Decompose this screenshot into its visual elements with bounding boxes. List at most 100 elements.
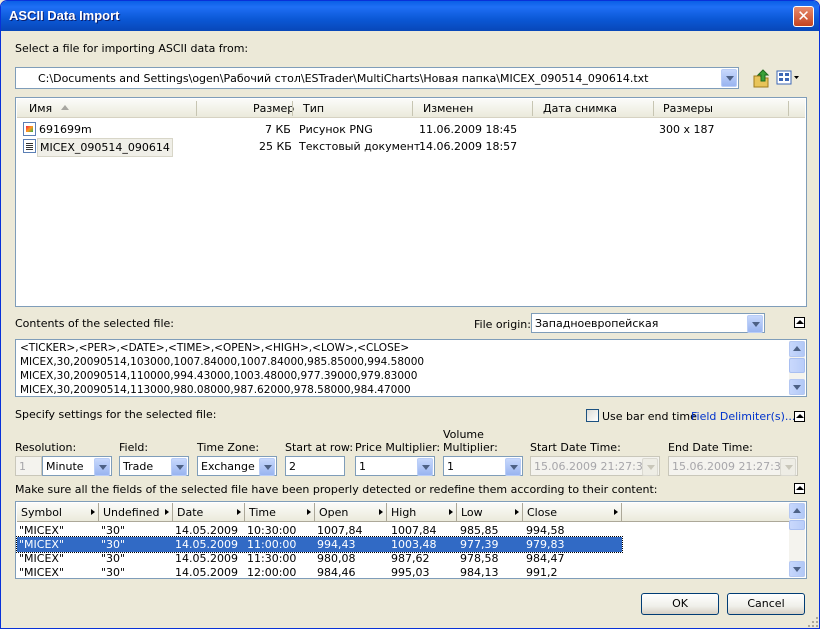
column-menu-icon[interactable] [237, 509, 241, 515]
resize-grip-icon[interactable] [807, 616, 819, 628]
cell-date: 14.05.2009 [175, 566, 238, 579]
cancel-button[interactable]: Cancel [727, 593, 805, 615]
chevron-down-icon[interactable] [721, 69, 737, 87]
scroll-up-icon[interactable] [789, 341, 805, 357]
column-header-size[interactable]: Размер [253, 102, 294, 115]
chevron-down-icon[interactable] [171, 458, 187, 476]
cell-high: 1003,48 [391, 538, 437, 551]
column-separator[interactable] [412, 101, 413, 116]
resolution-value-input[interactable]: 1 [15, 456, 42, 476]
settings-label: Specify settings for the selected file: [15, 408, 217, 421]
end-date-time-picker[interactable]: 15.06.2009 21:27:30 [668, 456, 798, 476]
file-list[interactable]: Имя Размер Тип Изменен Дата снимка Разме… [15, 97, 807, 307]
field-select[interactable]: Trade [119, 456, 189, 476]
column-header-name[interactable]: Имя [29, 102, 52, 115]
cell-low: 977,39 [460, 538, 499, 551]
cell-close: 979,83 [526, 538, 565, 551]
png-file-icon [23, 122, 36, 136]
scroll-up-icon[interactable] [789, 503, 805, 519]
table-row[interactable]: "MICEX" "30" 14.05.2009 11:30:00 980,08 … [17, 551, 622, 566]
chevron-down-icon[interactable] [505, 458, 521, 476]
column-menu-icon[interactable] [379, 509, 383, 515]
table-row[interactable]: "MICEX" "30" 14.05.2009 12:00:00 984,46 … [17, 565, 622, 580]
column-separator[interactable] [196, 101, 197, 116]
column-menu-icon[interactable] [449, 509, 453, 515]
chevron-down-icon[interactable] [642, 458, 658, 476]
ok-button[interactable]: OK [641, 593, 719, 615]
cell-low: 984,13 [460, 566, 499, 579]
chevron-down-icon[interactable] [94, 458, 110, 476]
file-origin-select[interactable]: Западноевропейская [531, 313, 765, 333]
field-delimiter-link[interactable]: Field Delimiter(s)... [691, 410, 795, 423]
chevron-down-icon[interactable] [780, 458, 796, 476]
file-contents-preview[interactable]: <TICKER>,<PER>,<DATE>,<TIME>,<OPEN>,<HIG… [15, 339, 807, 397]
scroll-down-icon[interactable] [789, 561, 805, 577]
cell-time: 11:30:00 [247, 552, 297, 565]
file-row[interactable]: MICEX_090514_090614 25 КБ Текстовый доку… [17, 138, 805, 157]
cell-open: 980,08 [317, 552, 356, 565]
fields-grid-header: Symbol Undefined Date Time Open High Low… [17, 503, 789, 522]
chevron-down-icon[interactable] [417, 458, 433, 476]
view-menu-icon[interactable] [776, 69, 800, 87]
column-header-snapshot-date[interactable]: Дата снимка [543, 102, 617, 115]
price-multiplier-label: Price Multiplier: [355, 441, 441, 454]
resolution-unit-select[interactable]: Minute [42, 456, 112, 476]
table-row-selected[interactable]: "MICEX" "30" 14.05.2009 11:00:00 994,43 … [16, 536, 623, 553]
column-header-type[interactable]: Тип [303, 102, 324, 115]
title-bar[interactable]: ASCII Data Import ✕ [1, 1, 819, 31]
fields-grid[interactable]: Symbol Undefined Date Time Open High Low… [15, 501, 807, 579]
column-header-low[interactable]: Low [457, 503, 523, 522]
timezone-select[interactable]: Exchange [197, 456, 277, 476]
file-path-combo[interactable]: C:\Documents and Settings\ogen\Рабочий с… [15, 67, 739, 89]
start-date-time-picker[interactable]: 15.06.2009 21:27:30 [530, 456, 660, 476]
chevron-down-icon[interactable] [259, 458, 275, 476]
folder-up-icon[interactable] [752, 68, 770, 88]
chevron-down-icon[interactable] [747, 315, 763, 333]
column-header-symbol[interactable]: Symbol [17, 503, 99, 522]
column-menu-icon[interactable] [614, 509, 618, 515]
collapse-settings-button[interactable] [794, 411, 805, 422]
close-button[interactable]: ✕ [793, 6, 814, 27]
scroll-thumb[interactable] [789, 520, 805, 530]
column-header-high[interactable]: High [387, 503, 457, 522]
volume-multiplier-select[interactable]: 1 [443, 456, 523, 476]
file-row[interactable]: 691699m 7 КБ Рисунок PNG 11.06.2009 18:4… [17, 121, 805, 138]
collapse-fields-button[interactable] [794, 483, 805, 494]
column-menu-icon[interactable] [515, 509, 519, 515]
column-header-open[interactable]: Open [315, 503, 387, 522]
column-separator[interactable] [532, 101, 533, 116]
column-separator[interactable] [788, 101, 789, 116]
file-dimensions: 300 x 187 [659, 123, 715, 136]
contents-scrollbar[interactable] [789, 341, 805, 395]
scroll-down-icon[interactable] [789, 379, 805, 395]
start-row-label: Start at row: [285, 441, 354, 454]
cell-low: 985,85 [460, 524, 499, 537]
cell-open: 1007,84 [317, 524, 363, 537]
scroll-thumb[interactable] [789, 358, 805, 373]
column-header-time[interactable]: Time [245, 503, 315, 522]
file-path-value: C:\Documents and Settings\ogen\Рабочий с… [38, 72, 649, 85]
column-separator[interactable] [292, 101, 293, 116]
table-row[interactable]: "MICEX" "30" 14.05.2009 10:30:00 1007,84… [17, 523, 622, 538]
column-separator[interactable] [653, 101, 654, 116]
column-header-date[interactable]: Date [173, 503, 245, 522]
fields-instructions-label: Make sure all the fields of the selected… [15, 483, 658, 496]
volume-multiplier-label-line2: Multiplier: [443, 441, 498, 454]
fields-grid-scrollbar[interactable] [789, 503, 805, 577]
cell-undefined: "30" [101, 524, 126, 537]
price-multiplier-select[interactable]: 1 [355, 456, 435, 476]
column-header-dimensions[interactable]: Размеры [663, 102, 713, 115]
cell-time: 11:00:00 [247, 538, 297, 551]
column-menu-icon[interactable] [165, 509, 169, 515]
column-menu-icon[interactable] [307, 509, 311, 515]
use-bar-end-time-checkbox[interactable] [586, 409, 599, 422]
column-header-modified[interactable]: Изменен [423, 102, 473, 115]
column-menu-icon[interactable] [91, 509, 95, 515]
ascii-import-dialog: ASCII Data Import ✕ Select a file for im… [0, 0, 820, 629]
use-bar-end-time-label: Use bar end time [602, 410, 697, 423]
collapse-contents-button[interactable] [794, 317, 805, 328]
start-row-input[interactable]: 2 [285, 456, 345, 476]
column-header-close[interactable]: Close [523, 503, 622, 522]
cell-symbol: "MICEX" [19, 538, 65, 551]
column-header-undefined[interactable]: Undefined [99, 503, 173, 522]
